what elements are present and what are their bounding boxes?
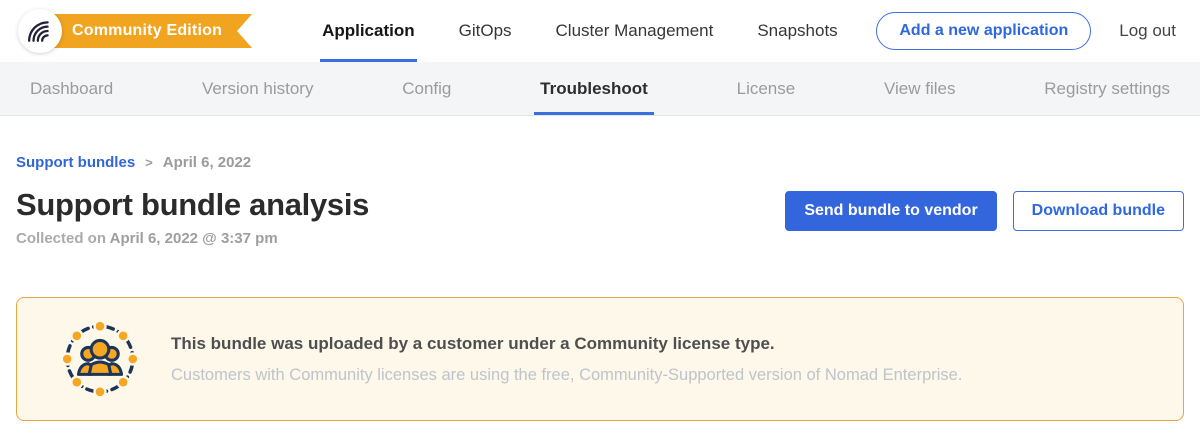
breadcrumb-separator: > — [145, 155, 153, 170]
title-block: Support bundle analysis Collected on Apr… — [16, 187, 369, 247]
tab-cluster-management[interactable]: Cluster Management — [554, 0, 716, 62]
subnav-item-version-history[interactable]: Version history — [196, 62, 320, 115]
subnav-item-dashboard[interactable]: Dashboard — [24, 62, 119, 115]
main-content: Support bundles > April 6, 2022 Support … — [0, 154, 1200, 247]
subnav-item-view-files[interactable]: View files — [878, 62, 962, 115]
page-title: Support bundle analysis — [16, 187, 369, 223]
collected-timestamp: Collected on April 6, 2022 @ 3:37 pm — [16, 230, 369, 247]
tab-snapshots[interactable]: Snapshots — [755, 0, 839, 62]
replicated-logo-icon[interactable] — [18, 9, 62, 53]
subnav-item-config[interactable]: Config — [396, 62, 457, 115]
community-license-banner: This bundle was uploaded by a customer u… — [16, 297, 1184, 421]
tab-gitops[interactable]: GitOps — [457, 0, 514, 62]
collected-date: April 6, 2022 @ 3:37 pm — [110, 230, 278, 247]
community-edition-badge: Community Edition — [38, 14, 252, 48]
banner-title: This bundle was uploaded by a customer u… — [171, 334, 962, 354]
sub-nav: Dashboard Version history Config Trouble… — [0, 62, 1200, 116]
subnav-item-license[interactable]: License — [731, 62, 802, 115]
log-out-link[interactable]: Log out — [1119, 21, 1176, 41]
tab-application[interactable]: Application — [320, 0, 417, 62]
top-nav-tabs: Application GitOps Cluster Management Sn… — [300, 0, 860, 62]
subnav-item-troubleshoot[interactable]: Troubleshoot — [534, 62, 654, 115]
collected-prefix: Collected on — [16, 230, 110, 247]
breadcrumb-support-bundles-link[interactable]: Support bundles — [16, 154, 135, 171]
banner-subtitle: Customers with Community licenses are us… — [171, 366, 962, 385]
community-people-icon — [59, 318, 141, 400]
breadcrumb-current: April 6, 2022 — [163, 154, 251, 171]
breadcrumb: Support bundles > April 6, 2022 — [16, 154, 1184, 171]
top-nav: Community Edition Application GitOps Clu… — [0, 0, 1200, 62]
title-row: Support bundle analysis Collected on Apr… — [16, 187, 1184, 247]
send-bundle-to-vendor-button[interactable]: Send bundle to vendor — [785, 191, 996, 231]
title-actions: Send bundle to vendor Download bundle — [785, 191, 1184, 231]
brand: Community Edition — [18, 9, 252, 53]
top-nav-right: Add a new application Log out — [876, 12, 1176, 50]
subnav-item-registry-settings[interactable]: Registry settings — [1038, 62, 1176, 115]
download-bundle-button[interactable]: Download bundle — [1013, 191, 1184, 231]
banner-text: This bundle was uploaded by a customer u… — [171, 334, 962, 385]
add-new-application-button[interactable]: Add a new application — [876, 12, 1091, 50]
